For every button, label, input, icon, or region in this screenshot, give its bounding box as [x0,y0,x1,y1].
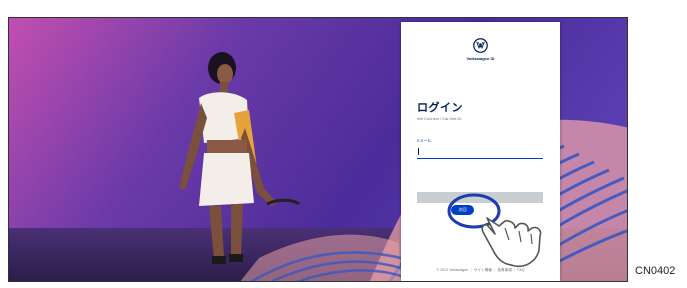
email-field[interactable] [417,144,543,159]
vw-logo-icon [473,38,488,53]
screenshot-frame: Volkswagen ID ログイン We Connect / Car-Net … [8,17,628,282]
page-title: ログイン [417,102,463,114]
pointing-hand-icon [447,193,542,268]
card-footer: © 2021 Volkswagen ｜ サイト情報 ｜ 免責事項 ｜ FAQ [436,268,525,272]
text-caret [418,148,419,155]
brand-name: Volkswagen ID [466,56,495,61]
figure-code: CN0402 [635,265,676,277]
page-subtitle: We Connect / Car-Net ID [417,116,462,121]
